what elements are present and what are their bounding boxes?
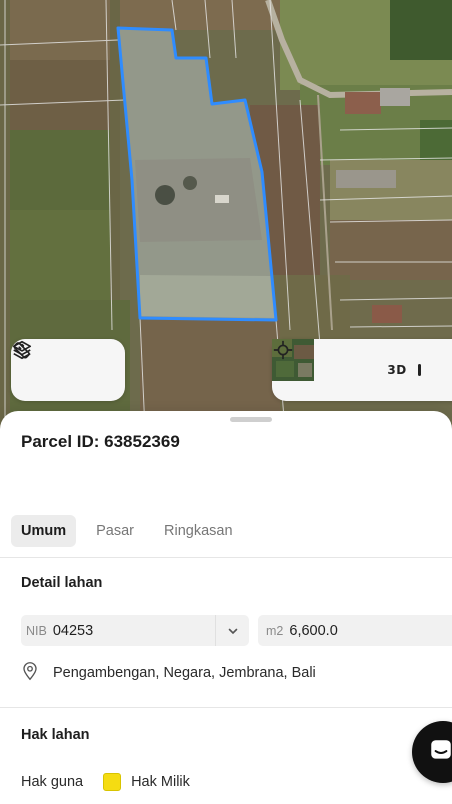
- land-rights-row: Hak guna Hak Milik: [21, 773, 190, 791]
- detail-section-title: Detail lahan: [21, 575, 103, 591]
- land-rights-label: Hak guna: [21, 774, 84, 790]
- tab-pasar[interactable]: Pasar: [86, 515, 144, 547]
- location-pin-icon: [21, 661, 39, 685]
- parcel-detail-sheet: Parcel ID: 63852369 Umum Pasar Ringkasan…: [0, 411, 452, 804]
- map-view-group: 3D: [272, 339, 452, 401]
- overflow-icon: [418, 364, 421, 376]
- rights-section-title: Hak lahan: [21, 727, 90, 743]
- divider: [0, 707, 452, 708]
- locate-button[interactable]: [273, 340, 376, 391]
- map-tools-group: [11, 339, 125, 401]
- satellite-map[interactable]: 3D: [0, 0, 452, 430]
- tab-umum[interactable]: Umum: [11, 515, 77, 547]
- tab-ringkasan[interactable]: Ringkasan: [154, 515, 243, 547]
- area-value: 6,600.0: [289, 622, 338, 639]
- address-text: Pengambengan, Negara, Jembrana, Bali: [53, 665, 316, 681]
- more-options-button[interactable]: [418, 349, 438, 391]
- nib-select[interactable]: NIB 04253: [21, 615, 249, 646]
- nib-prefix: NIB: [26, 623, 47, 638]
- parcel-title: Parcel ID: 63852369: [21, 432, 180, 451]
- land-rights-color-swatch: [103, 773, 122, 791]
- tab-bar: Umum Pasar Ringkasan: [11, 515, 243, 547]
- mode-3d-button[interactable]: 3D: [376, 349, 418, 391]
- area-field: m2 6,600.0: [258, 615, 452, 646]
- divider: [0, 557, 452, 558]
- address-row: Pengambengan, Negara, Jembrana, Bali: [21, 661, 316, 685]
- chevron-down-icon[interactable]: [215, 615, 249, 646]
- drag-handle[interactable]: [230, 417, 272, 422]
- area-unit: m2: [266, 623, 284, 638]
- land-rights-value: Hak Milik: [131, 774, 190, 790]
- chat-icon: [428, 737, 452, 768]
- measure-button[interactable]: [13, 342, 113, 391]
- nib-value: 04253: [52, 622, 94, 639]
